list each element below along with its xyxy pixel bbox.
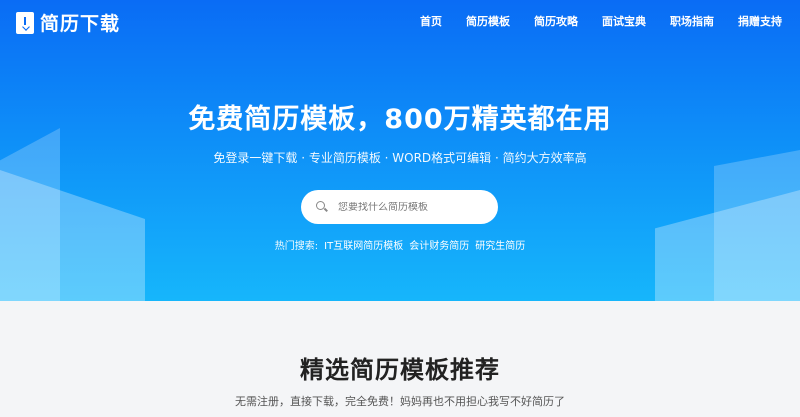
nav-item-templates[interactable]: 简历模板 [466,13,510,29]
download-document-icon [16,11,34,34]
site-name: 简历下载 [40,13,121,35]
top-navbar: 简历下载 首页 简历模板 简历攻略 面试宝典 职场指南 捐赠支持 [0,0,800,42]
nav-item-interview[interactable]: 面试宝典 [602,13,646,29]
nav-item-career[interactable]: 职场指南 [670,13,714,29]
search-input[interactable] [338,201,488,213]
hot-search-link[interactable]: 会计财务简历 [409,237,469,252]
main-nav: 首页 简历模板 简历攻略 面试宝典 职场指南 捐赠支持 [420,13,782,29]
hot-searches: 热门搜索: IT互联网简历模板 会计财务简历 研究生简历 [0,237,800,252]
hero-headline: 免费简历模板，800万精英都在用 [188,104,612,135]
section-title: 精选简历模板推荐 [300,356,500,384]
hot-search-link[interactable]: IT互联网简历模板 [324,237,403,252]
section-subtitle: 无需注册，直接下载，完全免费！妈妈再也不用担心我写不好简历了 [235,395,565,408]
search-box[interactable] [301,190,498,224]
hero-banner: 简历下载 首页 简历模板 简历攻略 面试宝典 职场指南 捐赠支持 免费简历模板，… [0,0,800,301]
decor-shape-left-front [0,170,145,301]
nav-item-guides[interactable]: 简历攻略 [534,13,578,29]
search-icon[interactable] [316,201,328,213]
site-logo[interactable]: 简历下载 [16,9,120,36]
hot-searches-label: 热门搜索: [274,241,319,252]
nav-item-home[interactable]: 首页 [420,13,442,29]
nav-item-donate[interactable]: 捐赠支持 [738,13,782,29]
hero-subline: 免登录一键下载 · 专业简历模板 · WORD格式可编辑 · 简约大方效率高 [213,151,587,165]
hot-search-link[interactable]: 研究生简历 [475,237,525,252]
